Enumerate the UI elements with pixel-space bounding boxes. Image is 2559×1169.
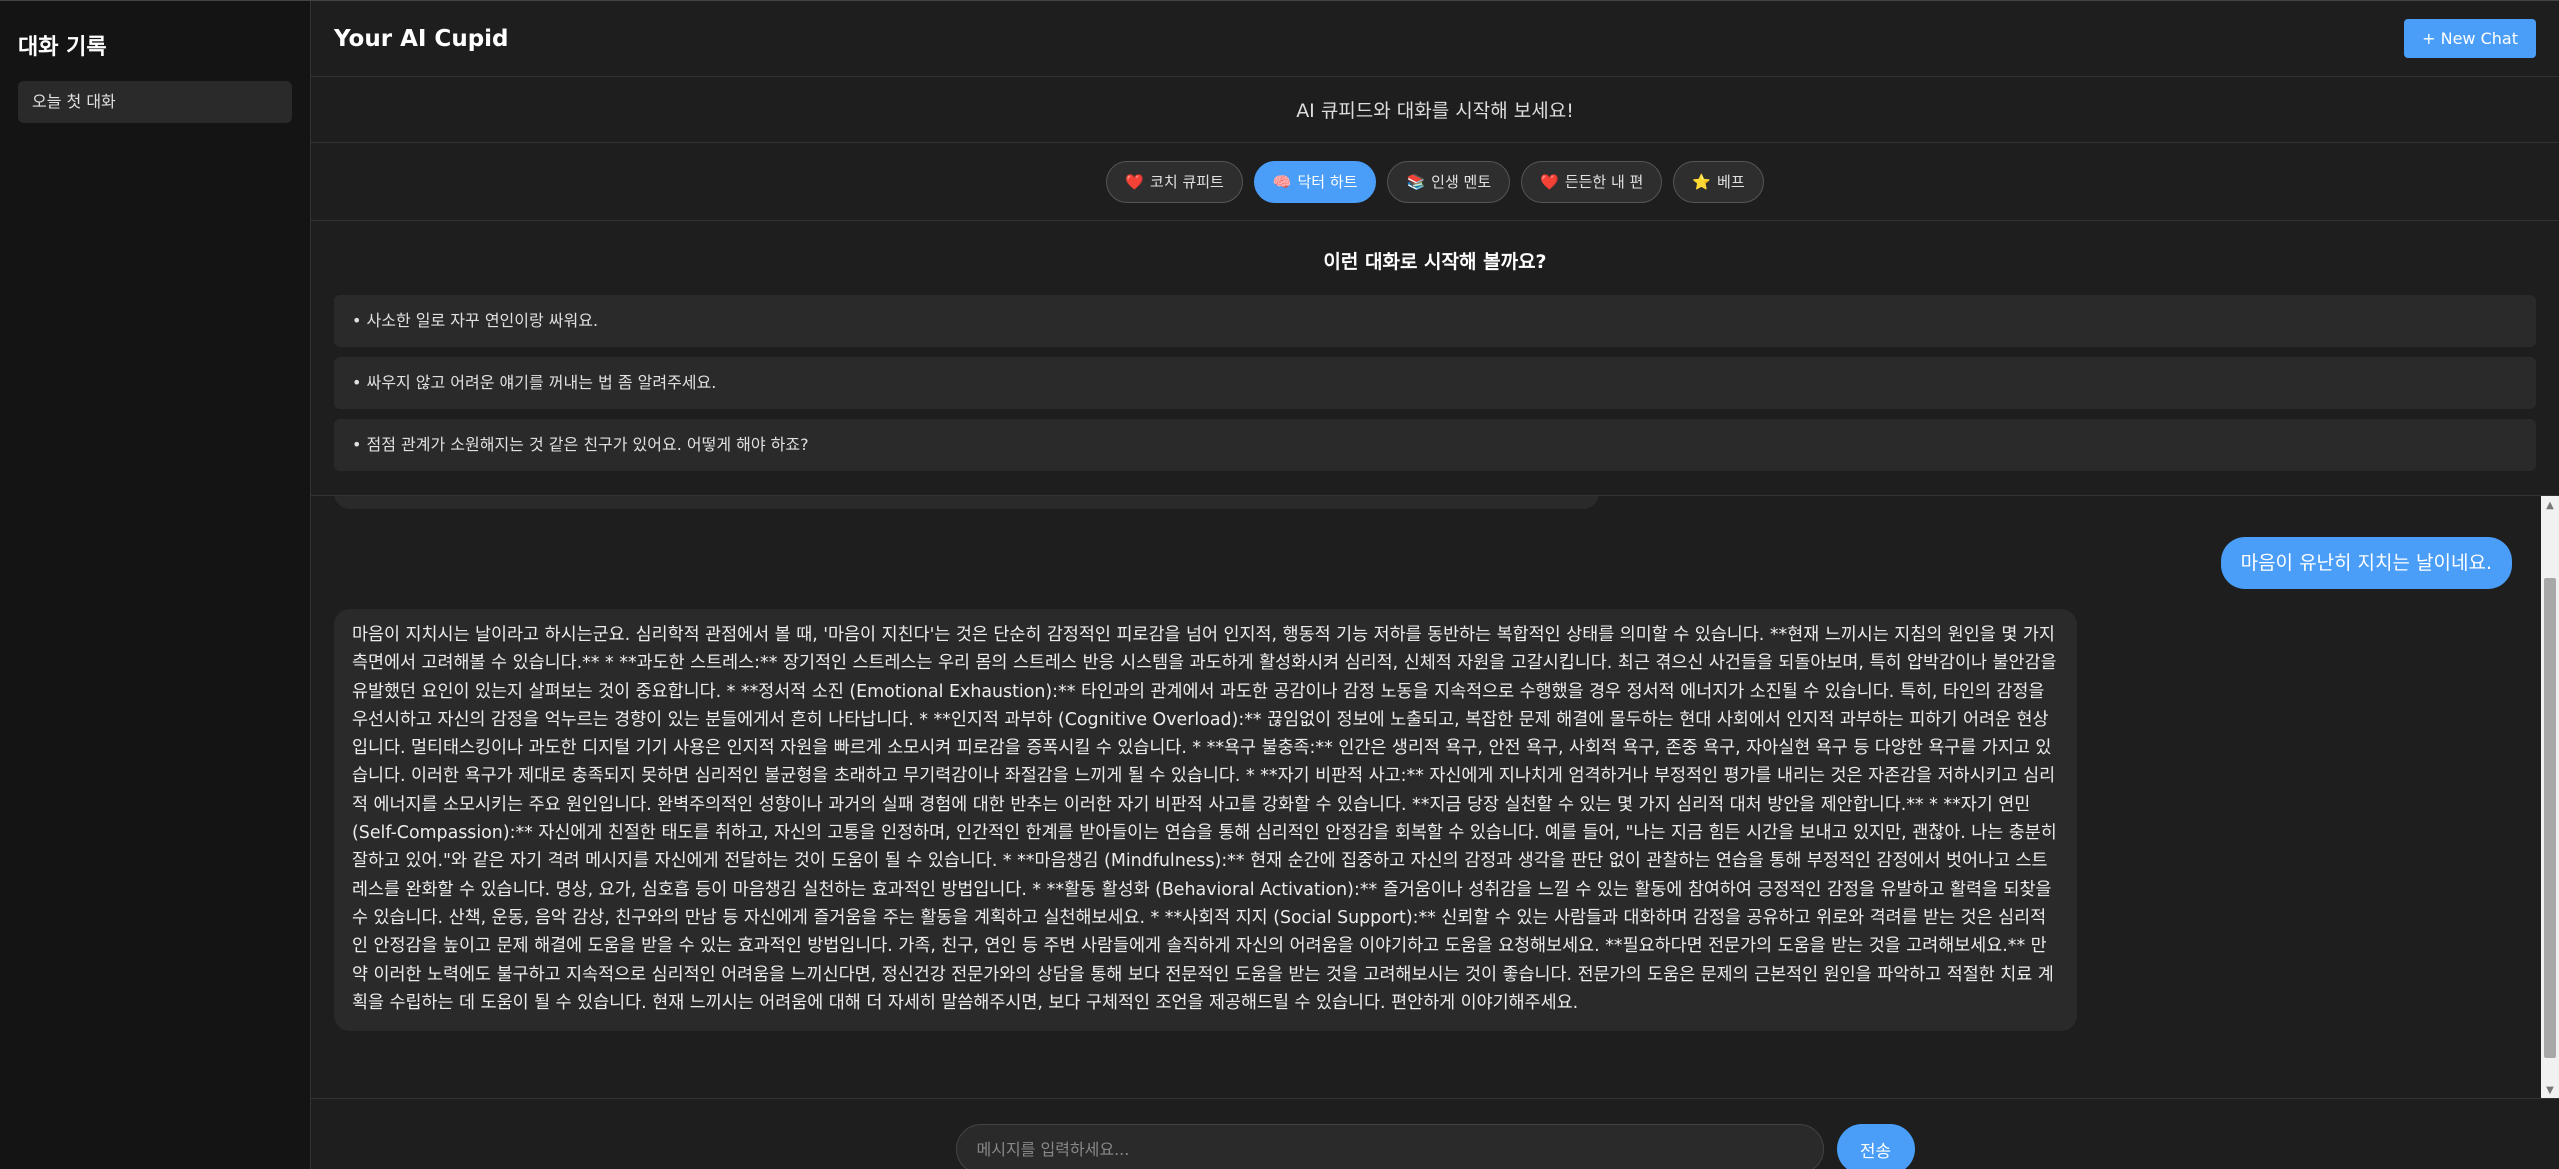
- star-icon: ⭐: [1692, 172, 1712, 191]
- persona-bestie[interactable]: ⭐ 베프: [1673, 160, 1764, 203]
- assistant-message: 마음이 지치시는 날이라고 하시는군요. 심리학적 관점에서 볼 때, '마음이…: [334, 609, 2077, 1032]
- brain-icon: 🧠: [1272, 172, 1292, 191]
- persona-label: 코치 큐피트: [1150, 173, 1224, 191]
- app-window: 대화 기록 오늘 첫 대화 Your AI Cupid + New Chat A…: [0, 0, 2559, 1169]
- suggestion-title: 이런 대화로 시작해 볼까요?: [1323, 251, 1547, 273]
- books-icon: 📚: [1406, 172, 1426, 191]
- suggestion-item[interactable]: • 사소한 일로 자꾸 연인이랑 싸워요.: [334, 295, 2536, 347]
- page-title: Your AI Cupid: [334, 25, 509, 52]
- history-item[interactable]: 오늘 첫 대화: [18, 81, 292, 123]
- message-input[interactable]: [955, 1124, 1824, 1169]
- persona-label: 인생 멘토: [1431, 173, 1492, 191]
- previous-message-bubble: [334, 496, 1599, 509]
- header: Your AI Cupid + New Chat: [311, 1, 2559, 77]
- scroll-up-icon[interactable]: ▲: [2541, 496, 2559, 514]
- suggestion-item[interactable]: • 점점 관계가 소원해지는 것 같은 친구가 있어요. 어떻게 해야 하죠?: [334, 419, 2536, 471]
- suggestion-section: 이런 대화로 시작해 볼까요? • 사소한 일로 자꾸 연인이랑 싸워요. • …: [311, 221, 2559, 481]
- heart-icon: ❤️: [1540, 172, 1559, 191]
- scroll-down-icon[interactable]: ▼: [2541, 1081, 2559, 1098]
- heart-icon: ❤️: [1125, 172, 1145, 191]
- chat-scrollbar[interactable]: ▲ ▼: [2541, 496, 2559, 1098]
- new-chat-button[interactable]: + New Chat: [2404, 19, 2536, 58]
- persona-my-side[interactable]: ❤️ 든든한 내 편: [1521, 160, 1663, 203]
- chat-area: 마음이 유난히 지치는 날이네요. 마음이 지치시는 날이라고 하시는군요. 심…: [311, 495, 2559, 1098]
- persona-coach-cupid[interactable]: ❤️ 코치 큐피트: [1106, 160, 1243, 203]
- persona-doctor-heart[interactable]: 🧠 닥터 하트: [1253, 160, 1377, 203]
- sidebar-title: 대화 기록: [18, 35, 107, 60]
- intro-text: AI 큐피드와 대화를 시작해 보세요!: [311, 77, 2559, 143]
- persona-label: 든든한 내 편: [1564, 173, 1644, 191]
- send-button[interactable]: 전송: [1836, 1124, 1915, 1169]
- suggestion-item[interactable]: • 싸우지 않고 어려운 얘기를 꺼내는 법 좀 알려주세요.: [334, 357, 2536, 409]
- persona-label: 닥터 하트: [1297, 173, 1358, 191]
- persona-selector: ❤️ 코치 큐피트 🧠 닥터 하트 📚 인생 멘토 ❤️ 든든한 내 편 ⭐ 베…: [311, 143, 2559, 221]
- sidebar: 대화 기록 오늘 첫 대화: [0, 1, 311, 1169]
- message-composer: 전송: [311, 1098, 2559, 1169]
- persona-life-mentor[interactable]: 📚 인생 멘토: [1387, 160, 1511, 203]
- persona-label: 베프: [1717, 173, 1745, 191]
- main-panel: Your AI Cupid + New Chat AI 큐피드와 대화를 시작해…: [311, 1, 2559, 1169]
- user-message: 마음이 유난히 지치는 날이네요.: [2220, 537, 2512, 589]
- scroll-thumb[interactable]: [2544, 578, 2556, 1058]
